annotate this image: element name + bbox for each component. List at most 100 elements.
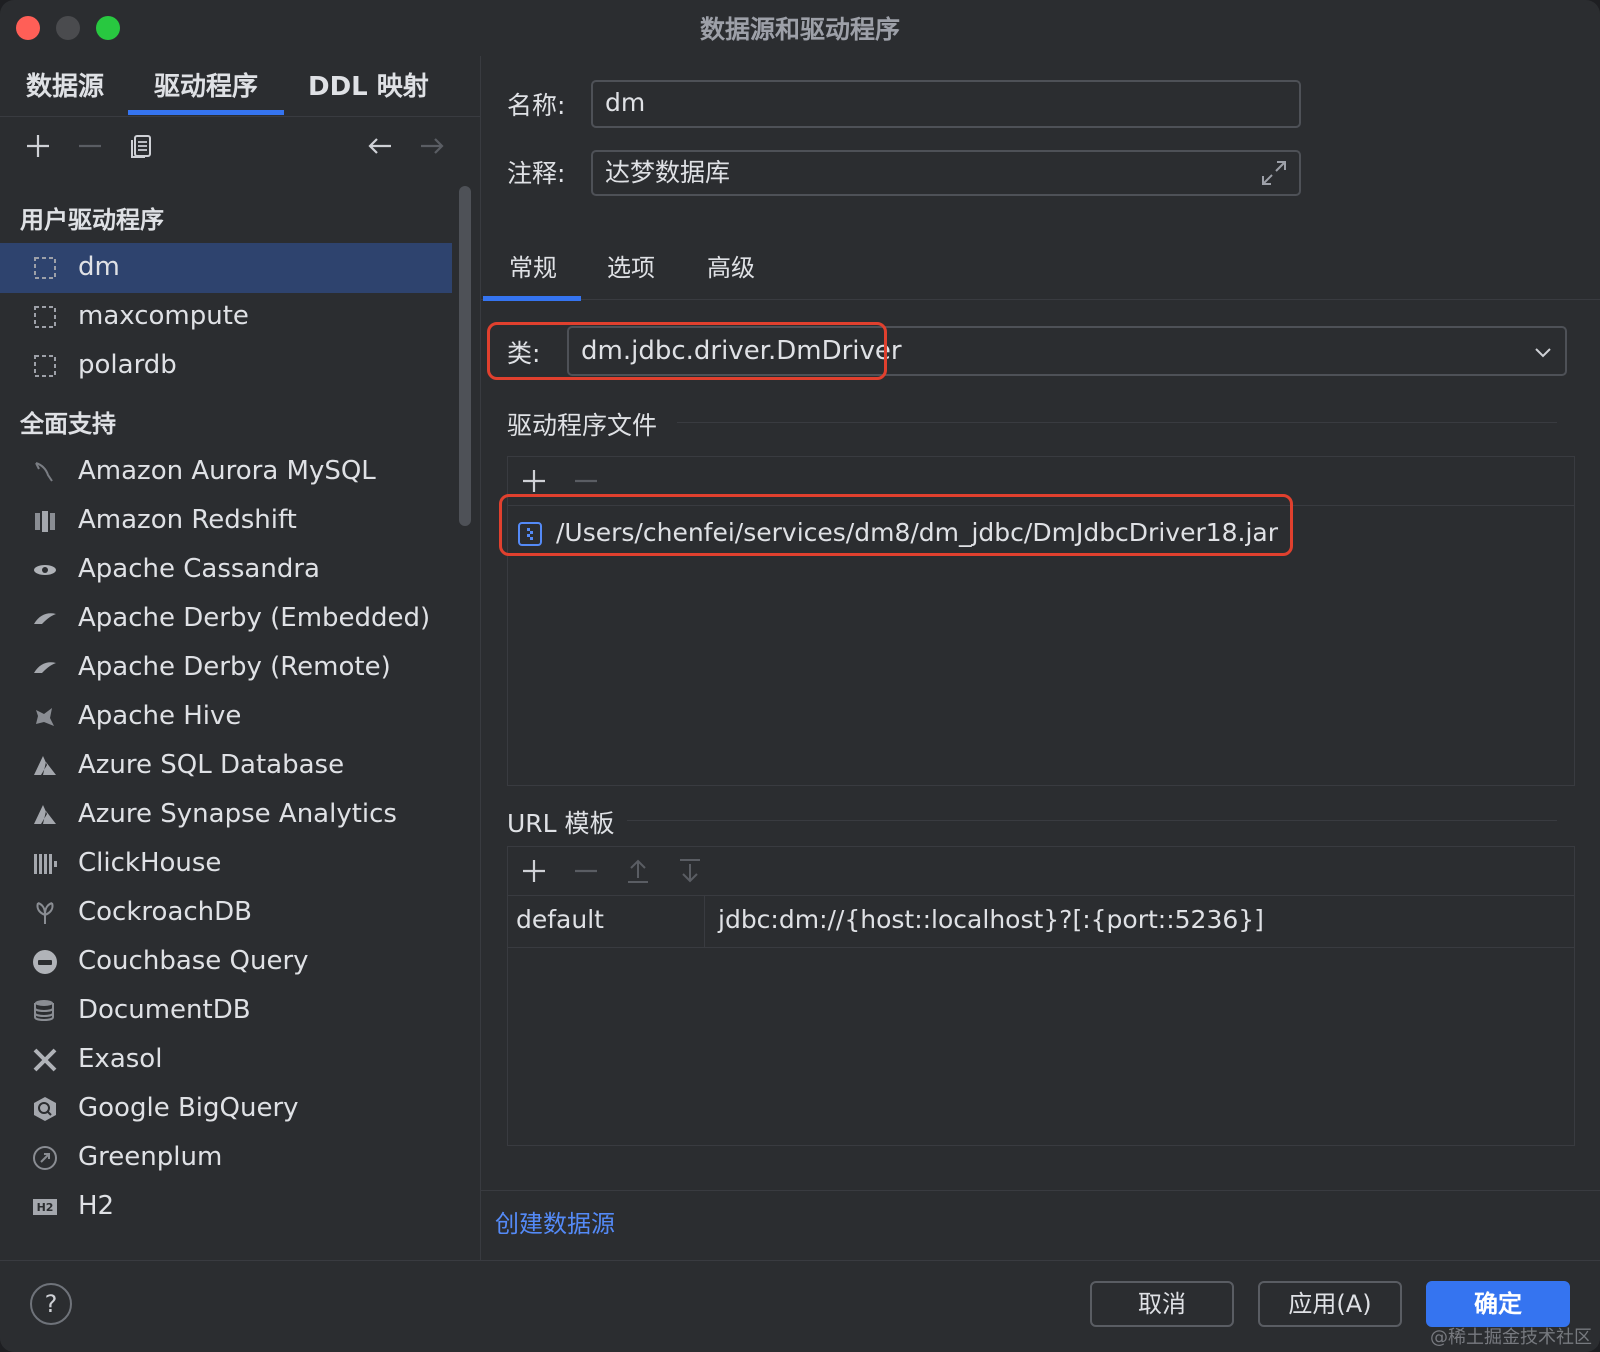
comment-label: 注释:	[507, 159, 566, 188]
driver-label: CockroachDB	[78, 897, 253, 927]
greenplum-icon	[32, 1145, 58, 1171]
x-icon	[32, 1047, 58, 1073]
eye-icon	[32, 557, 58, 583]
url-templates-title: URL 模板	[507, 809, 615, 838]
column-divider	[704, 895, 705, 947]
scrollbar-thumb[interactable]	[459, 186, 471, 526]
driver-item[interactable]: Apache Hive	[0, 692, 452, 742]
help-button[interactable]: ?	[30, 1283, 72, 1325]
class-highlight-box	[487, 322, 887, 380]
driver-item[interactable]: Azure Synapse Analytics	[0, 790, 452, 840]
remove-icon[interactable]	[572, 857, 600, 885]
apply-button[interactable]: 应用(A)	[1258, 1281, 1402, 1327]
driver-item[interactable]: Azure SQL Database	[0, 741, 452, 791]
driver-item[interactable]: Amazon Redshift	[0, 496, 452, 546]
driver-item-dm[interactable]: dm	[0, 243, 452, 293]
name-value: dm	[605, 88, 646, 117]
driver-item-polardb[interactable]: polardb	[0, 341, 452, 391]
ok-button[interactable]: 确定	[1426, 1281, 1570, 1327]
back-arrow-icon[interactable]	[366, 132, 394, 160]
section-divider	[677, 422, 1557, 423]
driver-label: Apache Derby (Remote)	[78, 652, 391, 682]
tab-options[interactable]: 选项	[607, 248, 655, 283]
expand-icon[interactable]	[1259, 158, 1289, 188]
hat-icon	[32, 606, 58, 632]
add-icon[interactable]	[520, 467, 548, 495]
azure-icon	[32, 753, 58, 779]
clickhouse-icon	[32, 851, 58, 877]
redshift-icon	[32, 508, 58, 534]
group-full-support: 全面支持	[20, 410, 116, 438]
driver-label: Google BigQuery	[78, 1093, 299, 1123]
remove-icon[interactable]	[572, 467, 600, 495]
tab-advanced[interactable]: 高级	[707, 248, 755, 283]
create-data-source-link[interactable]: 创建数据源	[495, 1204, 615, 1239]
driver-icon	[32, 304, 58, 330]
tab-general[interactable]: 常规	[509, 248, 557, 283]
driver-item[interactable]: H2 H2	[0, 1182, 452, 1232]
driver-label: Azure SQL Database	[78, 750, 345, 780]
tab-divider	[481, 299, 1600, 300]
driver-label: Azure Synapse Analytics	[78, 799, 397, 829]
driver-label: Apache Hive	[78, 701, 242, 731]
bottom-bar: ? 取消 应用(A) 确定 @稀土掘金技术社区	[0, 1260, 1600, 1352]
driver-label: ClickHouse	[78, 848, 222, 878]
bee-icon	[32, 704, 58, 730]
dialog-window: 数据源和驱动程序 数据源 驱动程序 DDL 映射 用户驱动程序 dm maxco…	[0, 0, 1600, 1352]
driver-label: Apache Cassandra	[78, 554, 320, 584]
add-icon[interactable]	[24, 132, 52, 160]
watermark: @稀土掘金技术社区	[1430, 1327, 1592, 1348]
driver-item[interactable]: Couchbase Query	[0, 937, 452, 987]
couchbase-icon	[32, 949, 58, 975]
driver-item[interactable]: Greenplum	[0, 1133, 452, 1183]
cockroach-icon	[32, 900, 58, 926]
driver-item[interactable]: Amazon Aurora MySQL	[0, 447, 452, 497]
url-template-value: jdbc:dm://{host::localhost}?[:{port::523…	[718, 905, 1264, 934]
driver-label: Amazon Aurora MySQL	[78, 456, 376, 486]
move-down-icon[interactable]	[676, 857, 704, 885]
left-panel: 数据源 驱动程序 DDL 映射 用户驱动程序 dm maxcompute pol…	[0, 56, 481, 1260]
driver-item[interactable]: ClickHouse	[0, 839, 452, 889]
tab-data-sources[interactable]: 数据源	[26, 66, 104, 103]
driver-label: maxcompute	[78, 301, 249, 331]
driver-item[interactable]: Apache Derby (Remote)	[0, 643, 452, 693]
footer-divider	[481, 1190, 1600, 1191]
name-field[interactable]: dm	[591, 80, 1301, 128]
forward-arrow-icon[interactable]	[418, 132, 446, 160]
duplicate-icon[interactable]	[128, 132, 156, 160]
driver-label: Greenplum	[78, 1142, 223, 1172]
driver-item[interactable]: Apache Derby (Embedded)	[0, 594, 452, 644]
driver-label: H2	[78, 1191, 115, 1221]
driver-label: Exasol	[78, 1044, 163, 1074]
bigquery-icon	[32, 1096, 58, 1122]
tab-ddl-mappings[interactable]: DDL 映射	[308, 66, 429, 103]
driver-item[interactable]: Apache Cassandra	[0, 545, 452, 595]
chevron-down-icon	[1531, 340, 1555, 364]
active-tab-indicator	[483, 296, 581, 301]
comment-field[interactable]: 达梦数据库	[591, 150, 1301, 196]
h2-icon: H2	[32, 1194, 58, 1220]
group-user-drivers: 用户驱动程序	[20, 206, 164, 234]
url-template-row[interactable]: default jdbc:dm://{host::localhost}?[:{p…	[508, 895, 1574, 948]
url-templates-toolbar	[508, 847, 1574, 896]
url-templates-box: default jdbc:dm://{host::localhost}?[:{p…	[507, 846, 1575, 1146]
driver-item[interactable]: DocumentDB	[0, 986, 452, 1036]
driver-label: Couchbase Query	[78, 946, 309, 976]
database-icon	[32, 998, 58, 1024]
move-up-icon[interactable]	[624, 857, 652, 885]
add-icon[interactable]	[520, 857, 548, 885]
driver-label: DocumentDB	[78, 995, 251, 1025]
comment-value: 达梦数据库	[605, 158, 731, 187]
active-tab-indicator	[128, 110, 284, 115]
driver-label: Amazon Redshift	[78, 505, 297, 535]
tab-drivers[interactable]: 驱动程序	[154, 66, 258, 103]
driver-file-highlight-box	[499, 494, 1293, 556]
driver-item-maxcompute[interactable]: maxcompute	[0, 292, 452, 342]
window-title: 数据源和驱动程序	[699, 15, 900, 44]
remove-icon[interactable]	[76, 132, 104, 160]
url-template-name: default	[516, 905, 604, 934]
driver-item[interactable]: Google BigQuery	[0, 1084, 452, 1134]
driver-item[interactable]: Exasol	[0, 1035, 452, 1085]
driver-item[interactable]: CockroachDB	[0, 888, 452, 938]
cancel-button[interactable]: 取消	[1090, 1281, 1234, 1327]
